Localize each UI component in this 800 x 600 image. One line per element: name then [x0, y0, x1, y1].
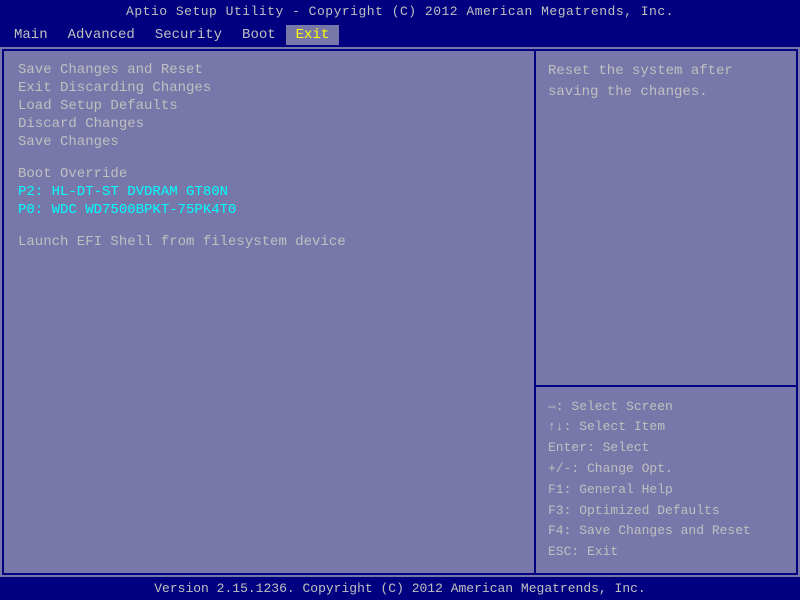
help-area: ⇔: Select Screen↑↓: Select ItemEnter: Se…: [536, 387, 796, 573]
help-item: ESC: Exit: [548, 542, 784, 563]
boot-item[interactable]: P2: HL-DT-ST DVDRAM GT80N: [18, 183, 520, 201]
help-item: F1: General Help: [548, 480, 784, 501]
help-item: ↑↓: Select Item: [548, 417, 784, 438]
nav-item-main[interactable]: Main: [4, 25, 58, 45]
boot-item[interactable]: P0: WDC WD7500BPKT-75PK4T0: [18, 201, 520, 219]
menu-item[interactable]: Save Changes and Reset: [18, 61, 520, 79]
help-item: F3: Optimized Defaults: [548, 501, 784, 522]
section-gap: [18, 151, 520, 165]
help-item: ⇔: Select Screen: [548, 397, 784, 418]
menu-item[interactable]: Discard Changes: [18, 115, 520, 133]
efi-item[interactable]: Launch EFI Shell from filesystem device: [18, 233, 520, 251]
menu-item[interactable]: Load Setup Defaults: [18, 97, 520, 115]
description-area: Reset the system after saving the change…: [536, 51, 796, 387]
nav-bar: MainAdvancedSecurityBootExit: [0, 23, 800, 47]
nav-item-advanced[interactable]: Advanced: [58, 25, 145, 45]
left-panel: Save Changes and ResetExit Discarding Ch…: [4, 51, 536, 573]
menu-item[interactable]: Save Changes: [18, 133, 520, 151]
main-content: Save Changes and ResetExit Discarding Ch…: [2, 49, 798, 575]
nav-item-security[interactable]: Security: [145, 25, 232, 45]
footer-text: Version 2.15.1236. Copyright (C) 2012 Am…: [154, 581, 645, 596]
title-bar: Aptio Setup Utility - Copyright (C) 2012…: [0, 0, 800, 23]
nav-item-boot[interactable]: Boot: [232, 25, 286, 45]
bios-app: Aptio Setup Utility - Copyright (C) 2012…: [0, 0, 800, 600]
section-gap-2: [18, 219, 520, 233]
right-panel: Reset the system after saving the change…: [536, 51, 796, 573]
help-item: +/-: Change Opt.: [548, 459, 784, 480]
help-item: F4: Save Changes and Reset: [548, 521, 784, 542]
title-text: Aptio Setup Utility - Copyright (C) 2012…: [126, 4, 674, 19]
nav-item-exit[interactable]: Exit: [286, 25, 340, 45]
section-label: Boot Override: [18, 165, 520, 183]
menu-item[interactable]: Exit Discarding Changes: [18, 79, 520, 97]
help-item: Enter: Select: [548, 438, 784, 459]
description-text: Reset the system after saving the change…: [548, 63, 733, 100]
footer: Version 2.15.1236. Copyright (C) 2012 Am…: [0, 577, 800, 600]
